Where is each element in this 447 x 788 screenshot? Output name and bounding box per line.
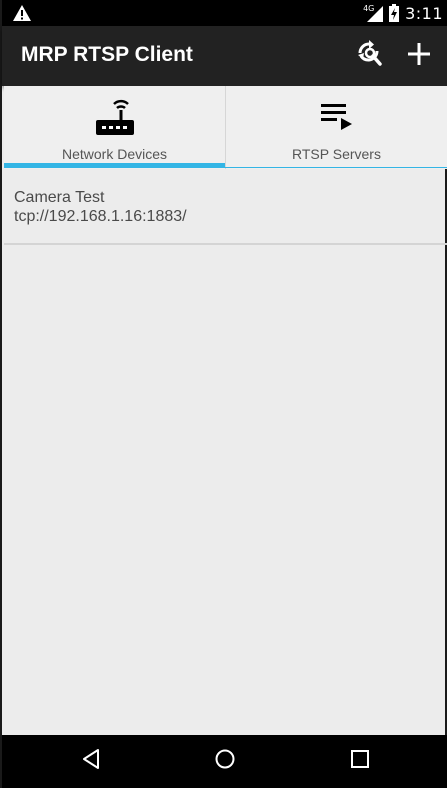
playlist-play-icon [315,96,359,138]
back-icon [81,748,101,775]
tab-bar: Network Devices RTSP Servers [4,86,447,169]
app-screen: 4G 3:11 MRP RTSP Client Network Devices … [0,0,447,788]
tab-rtsp-servers-label: RTSP Servers [292,146,381,162]
status-time: 3:11 [405,3,443,23]
tab-divider-line [225,167,447,168]
home-icon [214,748,236,775]
app-bar: MRP RTSP Client [2,26,447,86]
tab-rtsp-servers[interactable]: RTSP Servers [225,86,447,169]
add-button[interactable] [404,41,434,71]
home-button[interactable] [213,749,237,773]
refresh-search-button[interactable] [354,39,384,73]
add-icon [407,42,431,71]
recents-button[interactable] [348,749,372,773]
refresh-search-icon [355,39,383,73]
signal-icon: 4G [363,4,384,22]
selected-tab-indicator [4,163,225,168]
device-address: tcp://192.168.1.16:1883/ [14,208,187,225]
device-list-item[interactable]: Camera Test tcp://192.168.1.16:1883/ [4,169,447,245]
recents-icon [350,749,370,774]
device-list: Camera Test tcp://192.168.1.16:1883/ [4,169,447,245]
status-bar: 4G 3:11 [2,0,447,26]
battery-charging-icon [389,4,400,22]
tab-network-devices[interactable]: Network Devices [4,86,225,169]
device-name: Camera Test [14,189,105,206]
app-title: MRP RTSP Client [21,43,193,66]
navigation-bar [2,735,447,788]
status-icons: 4G 3:11 [363,3,443,23]
warning-icon [13,5,31,21]
tab-network-devices-label: Network Devices [61,146,168,162]
router-icon [93,96,137,138]
back-button[interactable] [79,748,103,775]
